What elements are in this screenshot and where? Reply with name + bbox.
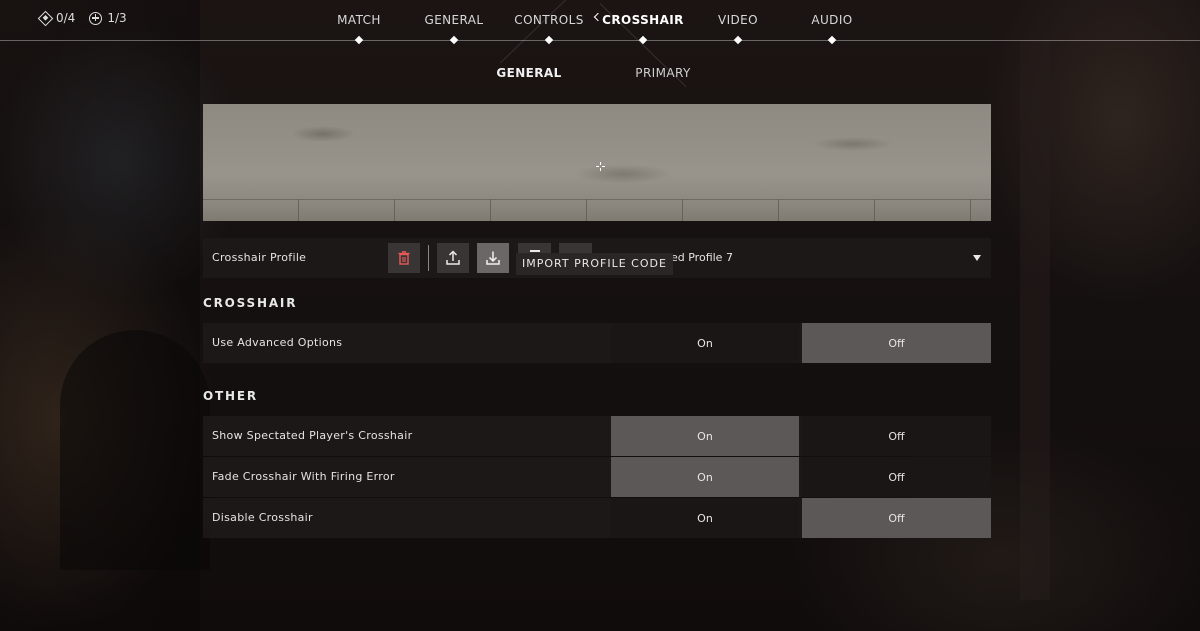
export-profile-button[interactable] (437, 243, 469, 273)
option-off[interactable]: Off (802, 416, 991, 456)
option-on[interactable]: On (611, 457, 799, 497)
tab-controls[interactable]: CONTROLS (514, 13, 583, 27)
import-profile-tooltip: IMPORT PROFILE CODE (516, 253, 673, 275)
option-on[interactable]: On (611, 323, 799, 363)
top-navigation-bar: 0/4 1/3 MATCH GENERAL CONTROLS CROSSHAIR… (0, 0, 1200, 88)
option-off[interactable]: Off (802, 498, 991, 538)
crosshair-preview (203, 104, 991, 221)
counter-1-value: 0/4 (56, 11, 76, 25)
import-profile-button[interactable] (477, 243, 509, 273)
tab-video[interactable]: VIDEO (718, 13, 758, 27)
export-icon (446, 250, 460, 265)
plus-circle-icon (89, 11, 103, 25)
setting-label: Fade Crosshair With Firing Error (212, 470, 395, 483)
crosshair-profile-label: Crosshair Profile (212, 251, 307, 264)
setting-row-disable-crosshair: Disable Crosshair On Off (203, 498, 991, 538)
import-icon (486, 251, 500, 265)
counter-2-value: 1/3 (107, 11, 127, 25)
profile-select-value[interactable]: ed Profile 7 (671, 251, 733, 264)
option-off[interactable]: Off (802, 323, 991, 363)
dropdown-arrow-icon[interactable] (973, 255, 981, 261)
option-on[interactable]: On (611, 416, 799, 456)
setting-row-fade-crosshair: Fade Crosshair With Firing Error On Off (203, 457, 991, 497)
subtab-general[interactable]: GENERAL (496, 66, 561, 80)
counter-1: 0/4 (37, 10, 76, 26)
setting-row-show-spectated-crosshair: Show Spectated Player's Crosshair On Off (203, 416, 991, 456)
tab-crosshair[interactable]: CROSSHAIR (602, 13, 684, 27)
setting-label: Disable Crosshair (212, 511, 313, 524)
button-divider (428, 245, 429, 271)
crosshair-icon (596, 162, 605, 171)
option-on[interactable]: On (611, 498, 799, 538)
delete-profile-button[interactable] (388, 243, 420, 273)
tab-audio[interactable]: AUDIO (811, 13, 852, 27)
subtab-primary[interactable]: PRIMARY (635, 66, 690, 80)
setting-label: Show Spectated Player's Crosshair (212, 429, 413, 442)
trash-icon (398, 251, 410, 265)
option-off[interactable]: Off (802, 457, 991, 497)
active-tab-indicator (593, 12, 603, 22)
diamond-icon (37, 10, 54, 26)
mission-counters: 0/4 1/3 (37, 10, 127, 26)
tab-match[interactable]: MATCH (337, 13, 381, 27)
setting-row-use-advanced-options: Use Advanced Options On Off (203, 323, 991, 363)
section-title-other: OTHER (203, 389, 258, 403)
setting-label: Use Advanced Options (212, 336, 343, 349)
section-title-crosshair: CROSSHAIR (203, 296, 298, 310)
counter-2: 1/3 (89, 11, 127, 25)
tab-general[interactable]: GENERAL (425, 13, 484, 27)
minus-icon (529, 250, 540, 252)
